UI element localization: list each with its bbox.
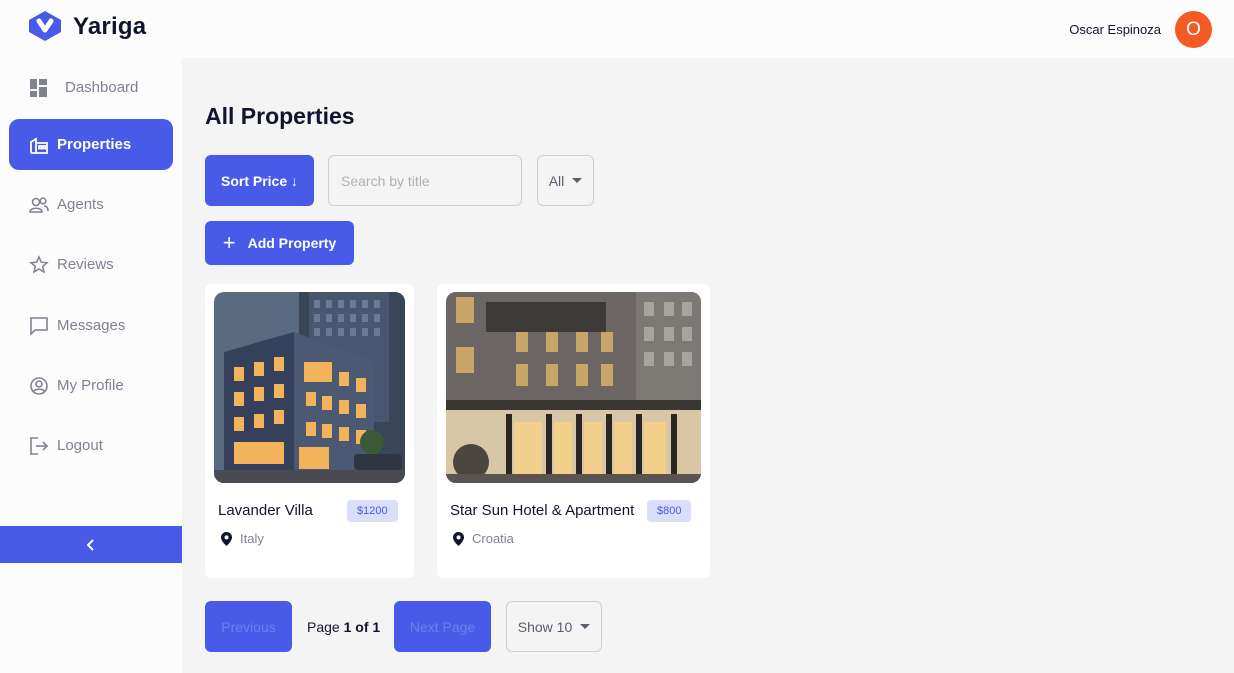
location-pin-icon bbox=[453, 531, 464, 546]
dashboard-icon bbox=[29, 78, 49, 98]
next-page-button[interactable]: Next Page bbox=[394, 601, 491, 652]
property-image[interactable] bbox=[446, 292, 701, 483]
property-title: Lavander Villa bbox=[218, 502, 313, 519]
price-badge: $800 bbox=[647, 500, 692, 522]
properties-icon bbox=[29, 135, 49, 155]
sidebar-item-label: Logout bbox=[57, 437, 103, 454]
profile-icon bbox=[29, 376, 49, 396]
sidebar-item-reviews[interactable]: Reviews bbox=[9, 239, 173, 290]
agents-icon bbox=[29, 195, 49, 215]
location-label: Italy bbox=[240, 531, 264, 546]
plus-icon: + bbox=[222, 230, 236, 255]
sidebar-item-messages[interactable]: Messages bbox=[9, 300, 173, 351]
property-image[interactable] bbox=[214, 292, 405, 483]
sidebar-item-label: Agents bbox=[57, 196, 104, 213]
sidebar-item-label: My Profile bbox=[57, 377, 124, 394]
avatar[interactable]: O bbox=[1175, 11, 1212, 48]
page-prefix: Page bbox=[307, 619, 340, 635]
sidebar: Dashboard Properties Agents Reviews Mess… bbox=[0, 58, 182, 673]
sidebar-item-my-profile[interactable]: My Profile bbox=[9, 360, 173, 411]
add-property-button[interactable]: + Add Property bbox=[205, 221, 354, 265]
logout-icon bbox=[29, 436, 49, 456]
caret-down-icon bbox=[580, 624, 591, 629]
sidebar-item-label: Properties bbox=[57, 136, 132, 153]
property-location: Croatia bbox=[453, 531, 514, 546]
chevron-left-icon bbox=[86, 538, 94, 551]
top-bar: Yariga Oscar Espinoza O bbox=[0, 0, 1234, 58]
add-property-label: Add Property bbox=[247, 235, 337, 251]
sort-price-button[interactable]: Sort Price ↓ bbox=[205, 155, 314, 206]
select-value: All bbox=[548, 172, 565, 189]
property-location: Italy bbox=[221, 531, 264, 546]
sidebar-item-label: Reviews bbox=[57, 256, 114, 273]
page-size-select[interactable]: Show 10 bbox=[506, 601, 602, 652]
caret-down-icon bbox=[572, 178, 583, 183]
star-icon bbox=[29, 254, 49, 275]
sidebar-item-properties[interactable]: Properties bbox=[9, 119, 173, 170]
property-title: Star Sun Hotel & Apartment bbox=[450, 502, 635, 519]
price-badge: $1200 bbox=[347, 500, 398, 522]
page-title: All Properties bbox=[205, 103, 355, 129]
app-name: Yariga bbox=[73, 13, 147, 40]
location-label: Croatia bbox=[472, 531, 514, 546]
sidebar-item-dashboard[interactable]: Dashboard bbox=[9, 62, 173, 113]
page-indicator: Page 1 of 1 bbox=[307, 619, 380, 635]
user-name: Oscar Espinoza bbox=[1069, 22, 1161, 37]
sidebar-item-logout[interactable]: Logout bbox=[9, 420, 173, 471]
sidebar-collapse-button[interactable] bbox=[0, 526, 182, 563]
location-pin-icon bbox=[221, 531, 232, 546]
select-value: Show 10 bbox=[517, 618, 573, 635]
property-type-select[interactable]: All bbox=[537, 155, 594, 206]
yariga-logo-icon[interactable] bbox=[26, 9, 64, 43]
sidebar-item-label: Messages bbox=[57, 317, 126, 334]
property-card[interactable]: Lavander Villa $1200 Italy bbox=[205, 284, 414, 578]
sidebar-item-agents[interactable]: Agents bbox=[9, 179, 173, 230]
page-current: 1 of 1 bbox=[343, 619, 381, 635]
message-icon bbox=[29, 316, 49, 336]
sidebar-item-label: Dashboard bbox=[65, 79, 139, 96]
search-input[interactable] bbox=[328, 155, 522, 206]
previous-button[interactable]: Previous bbox=[205, 601, 292, 652]
property-card[interactable]: Star Sun Hotel & Apartment $800 Croatia bbox=[437, 284, 710, 578]
